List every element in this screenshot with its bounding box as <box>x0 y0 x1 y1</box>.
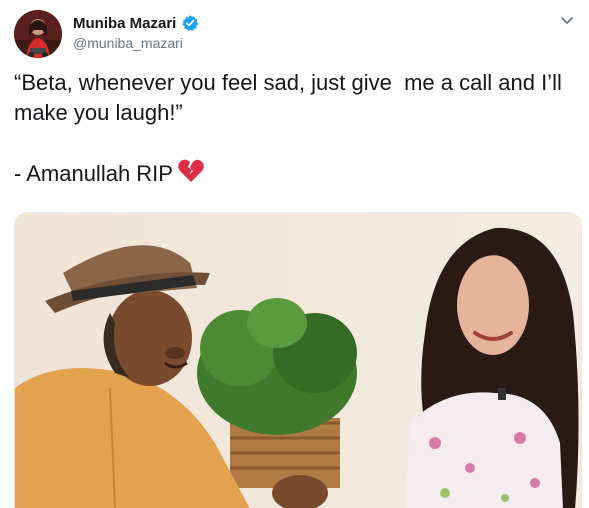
photo-image <box>15 213 581 508</box>
verified-badge-icon <box>182 15 199 32</box>
avatar-photo-icon <box>14 10 62 58</box>
tweet-body: “Beta, whenever you feel sad, just give … <box>14 70 562 186</box>
chevron-down-icon[interactable] <box>559 12 575 28</box>
name-row: Muniba Mazari <box>73 14 199 32</box>
display-name[interactable]: Muniba Mazari <box>73 15 176 32</box>
avatar[interactable] <box>14 10 62 58</box>
tweet-photo[interactable] <box>14 212 582 508</box>
tweet-card: Muniba Mazari @muniba_mazari “Beta, when… <box>0 0 589 508</box>
broken-heart-icon <box>178 159 204 182</box>
user-handle[interactable]: @muniba_mazari <box>73 35 183 51</box>
tweet-text: “Beta, whenever you feel sad, just give … <box>14 68 579 189</box>
